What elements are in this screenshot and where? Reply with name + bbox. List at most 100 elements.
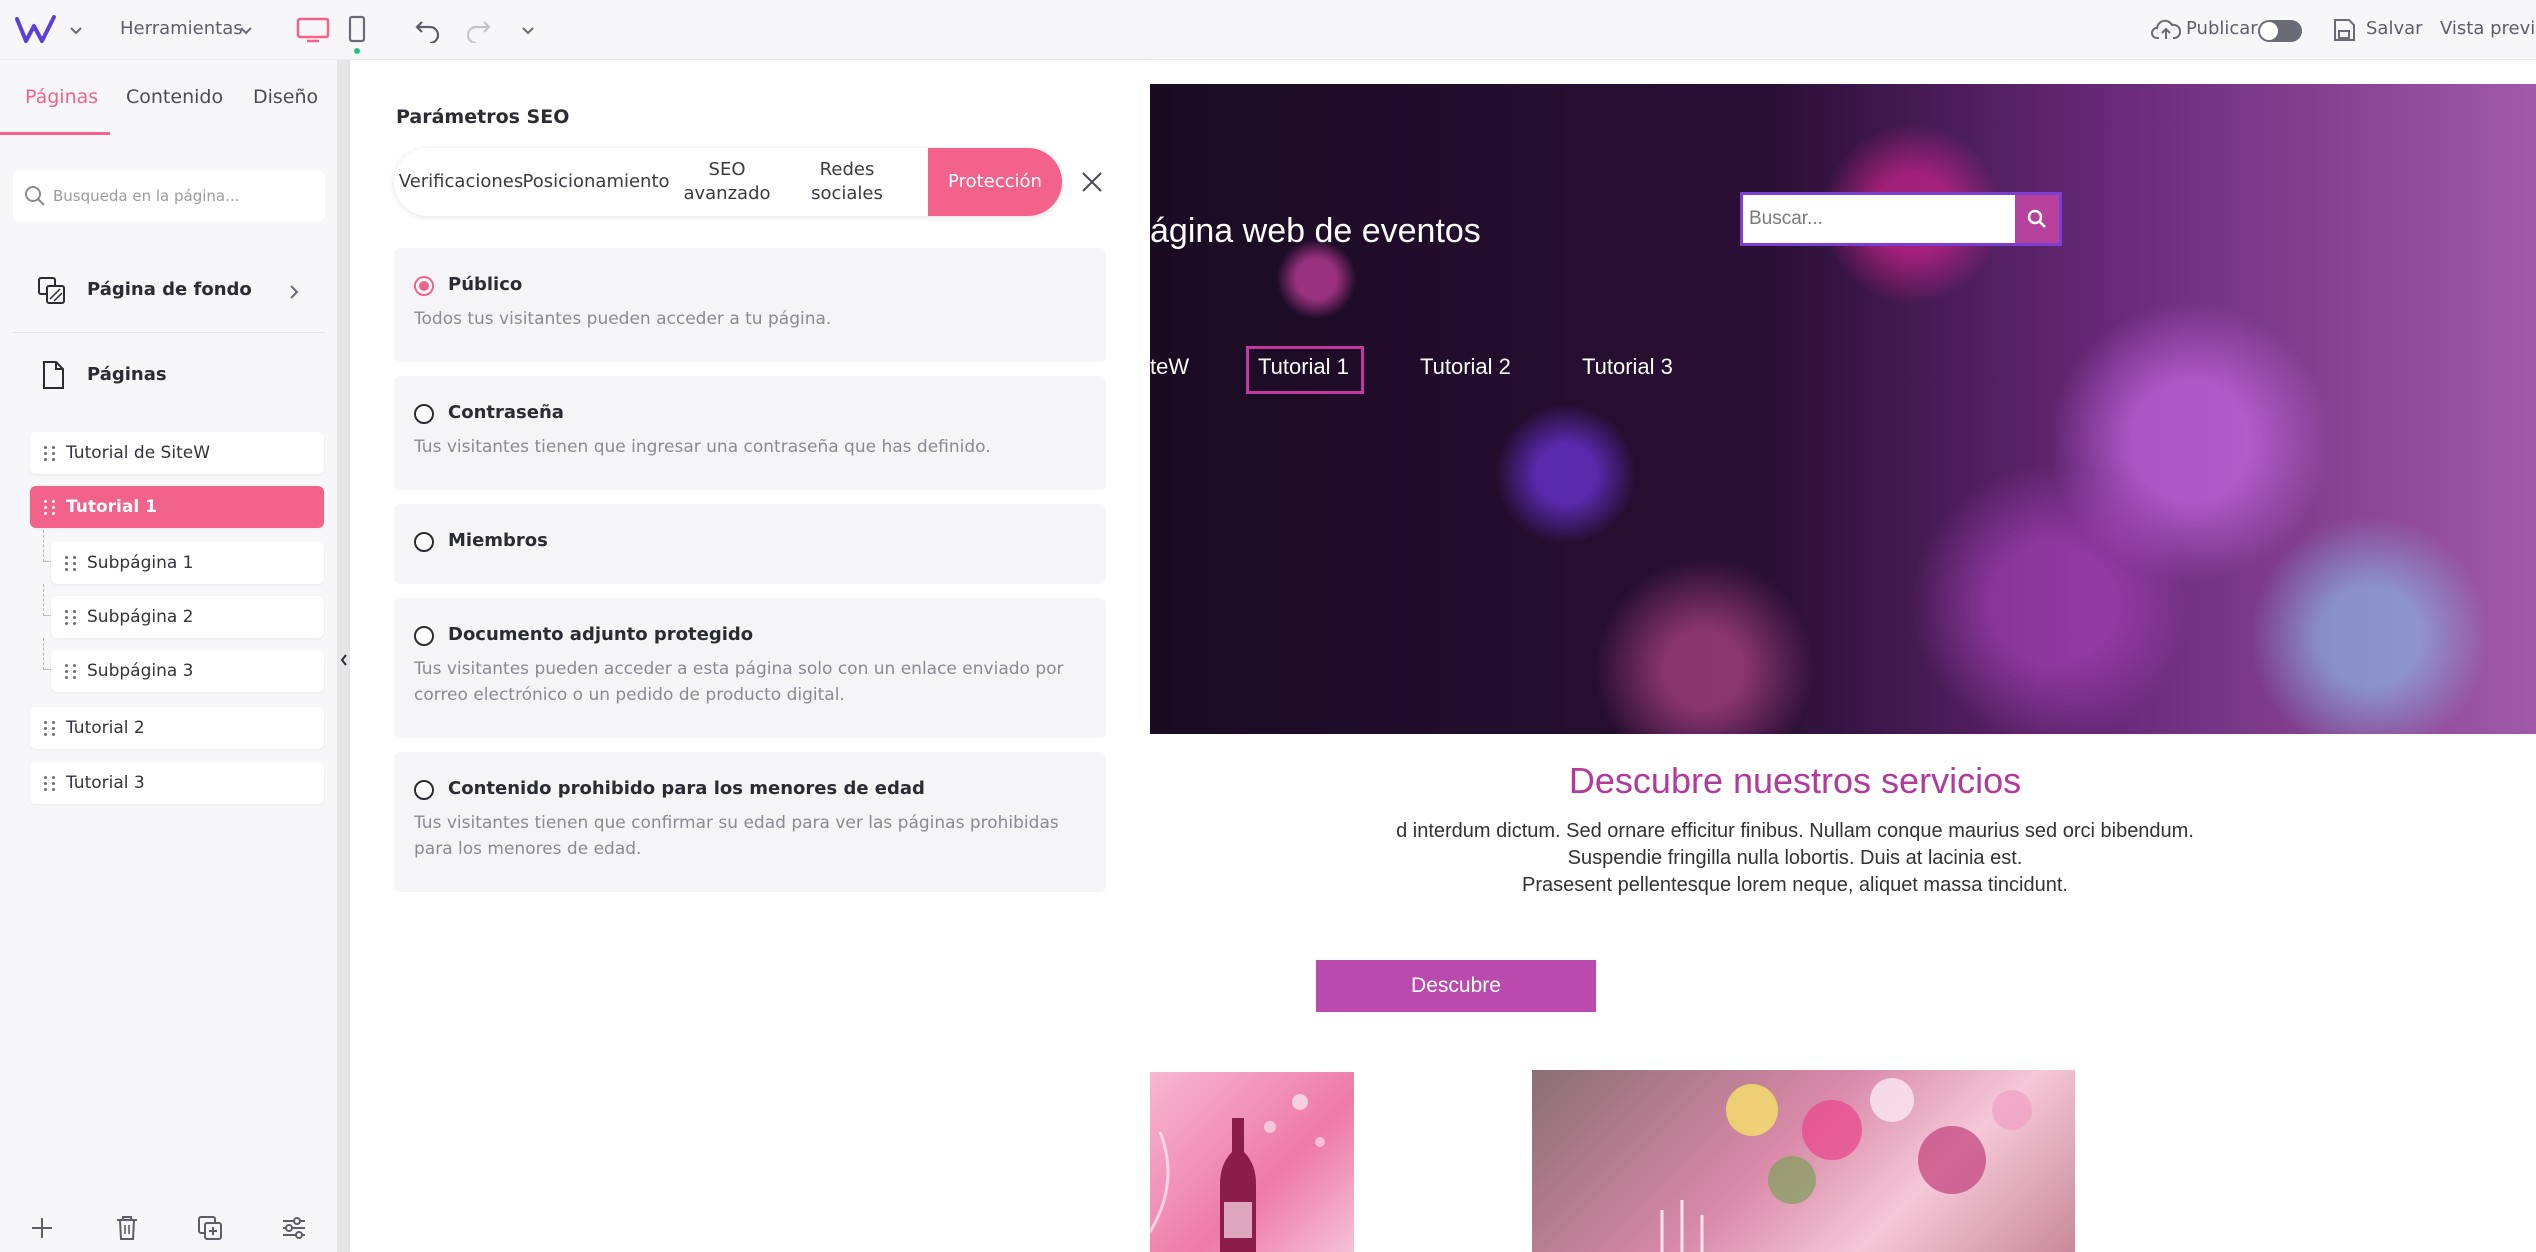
drag-handle-icon[interactable] [65, 608, 77, 626]
publish-toggle-knob [2260, 22, 2278, 40]
background-page-link[interactable]: Página de fondo [87, 279, 252, 300]
site-search-button[interactable] [2015, 195, 2059, 243]
tab-protection[interactable]: Protección [928, 148, 1062, 216]
option-description: Tus visitantes tienen que ingresar una c… [414, 437, 991, 457]
delete-page-icon[interactable] [114, 1214, 140, 1246]
pages-icon [40, 360, 66, 394]
redo-icon[interactable] [462, 14, 494, 46]
search-icon [2027, 209, 2046, 228]
save-button[interactable]: Salvar [2366, 18, 2423, 39]
page-item-tutorial-sitew[interactable]: Tutorial de SiteW [30, 432, 324, 474]
nav-link-tutorial-3[interactable]: Tutorial 3 [1582, 354, 1673, 380]
page-item-subpage-2[interactable]: Subpágina 2 [51, 596, 324, 638]
tab-design[interactable]: Diseño [253, 86, 318, 108]
add-page-icon[interactable] [28, 1214, 56, 1246]
search-icon [23, 184, 47, 212]
drag-handle-icon[interactable] [44, 444, 56, 462]
tools-menu-label: Herramientas [120, 18, 243, 39]
panel-title: Parámetros SEO [396, 106, 570, 128]
duplicate-page-icon[interactable] [196, 1214, 224, 1246]
page-item-label: Tutorial 2 [66, 718, 145, 738]
publish-cloud-icon[interactable] [2150, 14, 2182, 46]
tools-chevron-icon[interactable] [232, 14, 260, 46]
mobile-view-icon[interactable] [342, 14, 372, 46]
option-title: Miembros [448, 530, 548, 551]
history-chevron-icon[interactable] [514, 14, 542, 46]
active-tab-underline [0, 132, 110, 135]
services-title[interactable]: Descubre nuestros servicios [1150, 760, 2440, 802]
option-title: Público [448, 274, 523, 295]
background-page-icon [36, 275, 68, 311]
option-description: Todos tus visitantes pueden acceder a tu… [414, 309, 832, 329]
tab-verifications[interactable]: Verificaciones [394, 148, 528, 216]
option-adult-content[interactable]: Contenido prohibido para los menores de … [394, 752, 1106, 892]
radio-password[interactable] [414, 404, 434, 424]
page-item-label: Tutorial 1 [66, 497, 157, 517]
hero-banner-image[interactable]: ágina web de eventos teW Tutorial 1 Tuto… [1150, 84, 2536, 734]
nav-link-tutorial-2[interactable]: Tutorial 2 [1420, 354, 1511, 380]
left-sidebar: Páginas Contenido Diseño Página de fondo… [0, 60, 338, 1252]
page-search-input[interactable] [53, 170, 313, 222]
page-item-label: Subpágina 2 [87, 607, 194, 627]
sitew-logo-icon[interactable] [12, 14, 60, 46]
drag-handle-icon[interactable] [44, 719, 56, 737]
drag-handle-icon[interactable] [65, 554, 77, 572]
page-item-tutorial-2[interactable]: Tutorial 2 [30, 707, 324, 749]
drag-handle-icon[interactable] [44, 498, 56, 516]
option-public[interactable]: Público Todos tus visitantes pueden acce… [394, 248, 1106, 362]
publish-toggle[interactable] [2258, 20, 2302, 42]
save-icon[interactable] [2328, 14, 2360, 46]
collapse-sidebar-icon[interactable] [338, 650, 350, 670]
tab-content[interactable]: Contenido [126, 86, 223, 108]
page-search[interactable] [13, 170, 325, 222]
radio-protected-attachment[interactable] [414, 626, 434, 646]
chevron-right-icon[interactable] [286, 280, 302, 308]
option-title: Documento adjunto protegido [448, 624, 754, 645]
preview-button[interactable]: Vista previa [2440, 18, 2536, 39]
option-members[interactable]: Miembros [394, 504, 1106, 584]
pages-section-label: Páginas [87, 364, 167, 385]
page-item-label: Subpágina 3 [87, 661, 194, 681]
desktop-view-icon[interactable] [294, 14, 332, 46]
page-item-label: Subpágina 1 [87, 553, 194, 573]
radio-adult-content[interactable] [414, 780, 434, 800]
nav-link-tutorial-1[interactable]: Tutorial 1 [1258, 354, 1349, 380]
radio-public[interactable] [414, 276, 434, 296]
nav-link-sitew[interactable]: teW [1150, 354, 1189, 380]
services-text-line: Suspendie fringilla nulla lobortis. Duis… [1567, 847, 2023, 869]
tools-menu[interactable]: Herramientas [120, 18, 243, 39]
wine-bottle-image[interactable] [1150, 1072, 1354, 1252]
publish-label[interactable]: Publicar [2186, 18, 2258, 39]
site-search-input[interactable] [1749, 195, 2009, 243]
option-protected-attachment[interactable]: Documento adjunto protegido Tus visitant… [394, 598, 1106, 738]
tab-pages[interactable]: Páginas [25, 86, 98, 108]
discover-button[interactable]: Descubre [1316, 960, 1596, 1012]
option-password[interactable]: Contraseña Tus visitantes tienen que ing… [394, 376, 1106, 490]
page-item-tutorial-1[interactable]: Tutorial 1 [30, 486, 324, 528]
seo-settings-panel: Parámetros SEO Verificaciones Posicionam… [350, 60, 1150, 1252]
drag-handle-icon[interactable] [44, 774, 56, 792]
website-preview[interactable]: ágina web de eventos teW Tutorial 1 Tuto… [1150, 60, 2536, 1252]
option-title: Contenido prohibido para los menores de … [448, 778, 925, 799]
logo-menu-chevron-icon[interactable] [62, 14, 90, 46]
tab-social-networks[interactable]: Redes sociales [782, 148, 912, 216]
radio-members[interactable] [414, 532, 434, 552]
page-settings-icon[interactable] [280, 1214, 308, 1246]
page-item-subpage-1[interactable]: Subpágina 1 [51, 542, 324, 584]
sidebar-divider [13, 332, 325, 333]
drag-handle-icon[interactable] [65, 662, 77, 680]
page-item-subpage-3[interactable]: Subpágina 3 [51, 650, 324, 692]
site-search-box[interactable] [1740, 192, 2062, 246]
option-description: Tus visitantes tienen que confirmar su e… [414, 813, 1059, 859]
close-icon[interactable] [1074, 164, 1110, 200]
tab-advanced-seo[interactable]: SEO avanzado [674, 148, 780, 216]
top-toolbar: Herramientas Publicar Salvar Vista previ… [0, 0, 2536, 60]
flowers-image[interactable] [1532, 1070, 2075, 1252]
undo-icon[interactable] [412, 14, 444, 46]
page-item-tutorial-3[interactable]: Tutorial 3 [30, 762, 324, 804]
tab-positioning[interactable]: Posicionamiento [522, 148, 669, 216]
hero-title[interactable]: ágina web de eventos [1150, 212, 1481, 251]
services-text-line: d interdum dictum. Sed ornare efficitur … [1396, 820, 2194, 842]
option-title: Contraseña [448, 402, 564, 423]
page-item-label: Tutorial 3 [66, 773, 145, 793]
